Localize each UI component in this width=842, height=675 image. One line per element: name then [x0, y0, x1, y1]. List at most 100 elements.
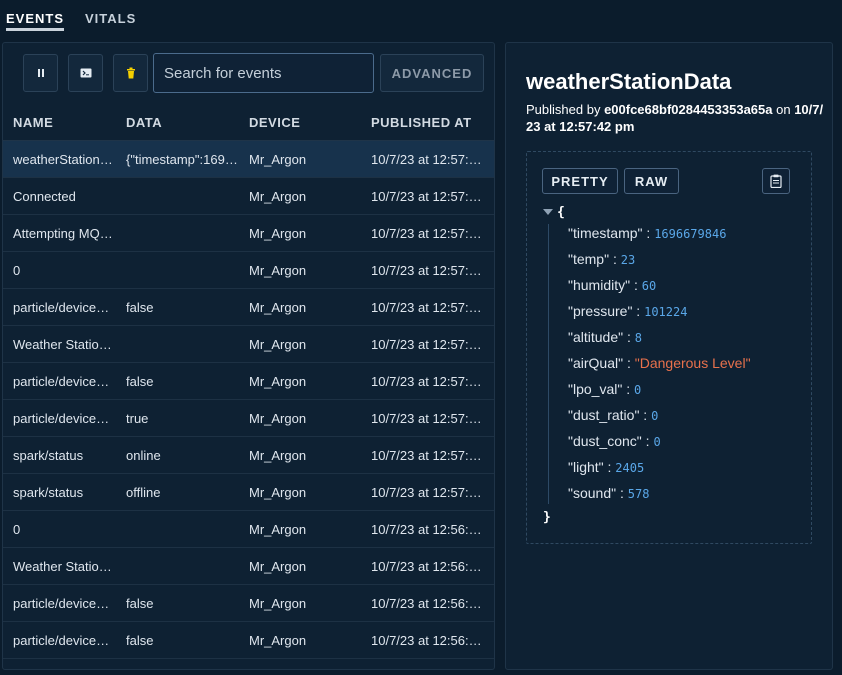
event-name: Connected	[13, 189, 76, 204]
top-tabs: EVENTS VITALS	[0, 0, 842, 36]
json-field: "temp" : 23	[568, 251, 636, 267]
event-name: Attempting MQ…	[13, 226, 113, 241]
events-panel: ADVANCED NAME DATA DEVICE PUBLISHED AT w…	[2, 42, 495, 670]
column-header-published-at[interactable]: PUBLISHED AT	[371, 115, 483, 130]
event-data: false	[126, 596, 154, 611]
json-field: "timestamp" : 1696679846	[568, 225, 727, 241]
tab-events[interactable]: EVENTS	[6, 11, 64, 26]
copy-button[interactable]	[762, 168, 790, 194]
clear-events-button[interactable]	[113, 54, 148, 92]
event-name: 0	[13, 522, 21, 537]
event-device: Mr_Argon	[249, 337, 307, 352]
collapse-arrow-icon[interactable]	[543, 209, 553, 215]
column-header-device[interactable]: DEVICE	[249, 115, 367, 130]
advanced-button[interactable]: ADVANCED	[380, 54, 484, 92]
json-value: 101224	[644, 305, 688, 319]
terminal-button[interactable]	[68, 54, 103, 92]
event-name: particle/device…	[13, 374, 110, 389]
json-value: 0	[633, 383, 642, 397]
table-row[interactable]: particle/device… false Mr_Argon 10/7/23 …	[3, 585, 494, 622]
column-header-data[interactable]: DATA	[126, 115, 244, 130]
json-value: "Dangerous Level"	[634, 355, 751, 371]
json-tree-guide	[548, 224, 549, 504]
event-device: Mr_Argon	[249, 485, 307, 500]
pause-icon	[37, 69, 44, 77]
table-row[interactable]: Connected Mr_Argon 10/7/23 at 12:57:…	[3, 178, 494, 215]
json-value: 23	[620, 253, 636, 267]
table-row[interactable]: Weather Statio… Mr_Argon 10/7/23 at 12:5…	[3, 326, 494, 363]
json-viewer: PRETTY RAW { "timestamp" : 1696679846 "t…	[526, 151, 812, 544]
event-device: Mr_Argon	[249, 226, 307, 241]
table-row[interactable]: Attempting MQ… Mr_Argon 10/7/23 at 12:57…	[3, 215, 494, 252]
json-field: "dust_ratio" : 0	[568, 407, 659, 423]
event-data: false	[126, 633, 154, 648]
table-row[interactable]: particle/device… false Mr_Argon 10/7/23 …	[3, 622, 494, 659]
json-key: "dust_conc"	[568, 433, 642, 449]
event-device: Mr_Argon	[249, 596, 307, 611]
json-open-brace: {	[557, 205, 565, 220]
table-row[interactable]: particle/device… false Mr_Argon 10/7/23 …	[3, 289, 494, 326]
json-key: "lpo_val"	[568, 381, 623, 397]
event-published-at: 10/7/23 at 12:57:…	[371, 411, 482, 426]
table-row[interactable]: particle/device… true Mr_Argon 10/7/23 a…	[3, 400, 494, 437]
json-field: "dust_conc" : 0	[568, 433, 661, 449]
json-value: 60	[641, 279, 657, 293]
json-value: 0	[651, 409, 659, 423]
event-device: Mr_Argon	[249, 189, 307, 204]
event-published-at: 10/7/23 at 12:57:…	[371, 448, 482, 463]
event-device: Mr_Argon	[249, 374, 307, 389]
event-device: Mr_Argon	[249, 559, 307, 574]
event-device: Mr_Argon	[249, 411, 307, 426]
table-row[interactable]: spark/status offline Mr_Argon 10/7/23 at…	[3, 474, 494, 511]
event-data: online	[126, 448, 161, 463]
event-name: particle/device…	[13, 633, 110, 648]
event-published-at: 10/7/23 at 12:57:…	[371, 485, 482, 500]
search-input[interactable]	[153, 53, 374, 93]
event-detail-panel: weatherStationData Published by e00fce68…	[505, 42, 833, 670]
json-field: "sound" : 578	[568, 485, 650, 501]
table-row[interactable]: 0 Mr_Argon 10/7/23 at 12:57:2…	[3, 252, 494, 289]
device-id[interactable]: e00fce68bf0284453353a65a	[604, 102, 772, 117]
json-key: "dust_ratio"	[568, 407, 640, 423]
table-row[interactable]: spark/status online Mr_Argon 10/7/23 at …	[3, 437, 494, 474]
event-published-at: 10/7/23 at 12:57:…	[371, 189, 482, 204]
column-header-name[interactable]: NAME	[13, 115, 121, 130]
event-name: spark/status	[13, 448, 84, 463]
event-name: Weather Statio…	[13, 337, 112, 352]
table-row[interactable]: Weather Statio… Mr_Argon 10/7/23 at 12:5…	[3, 548, 494, 585]
raw-button[interactable]: RAW	[624, 168, 679, 194]
json-key: "pressure"	[568, 303, 633, 319]
clipboard-icon	[770, 174, 782, 188]
event-device: Mr_Argon	[249, 522, 307, 537]
json-field: "light" : 2405	[568, 459, 645, 475]
json-field: "lpo_val" : 0	[568, 381, 642, 397]
event-device: Mr_Argon	[249, 152, 307, 167]
event-data: true	[126, 411, 149, 426]
table-row[interactable]: particle/device… false Mr_Argon 10/7/23 …	[3, 363, 494, 400]
json-key: "timestamp"	[568, 225, 643, 241]
event-data: false	[126, 300, 154, 315]
event-name: Weather Statio…	[13, 559, 112, 574]
event-name: particle/device…	[13, 411, 110, 426]
table-header: NAME DATA DEVICE PUBLISHED AT	[3, 103, 494, 141]
pretty-button[interactable]: PRETTY	[542, 168, 618, 194]
pause-button[interactable]	[23, 54, 58, 92]
json-fields: "timestamp" : 1696679846 "temp" : 23 "hu…	[568, 225, 751, 511]
event-published-at: 10/7/23 at 12:57:2…	[371, 263, 483, 278]
json-field: "humidity" : 60	[568, 277, 657, 293]
active-tab-indicator	[6, 28, 64, 31]
event-name: weatherStation…	[13, 152, 113, 167]
tab-vitals[interactable]: VITALS	[85, 11, 136, 26]
event-device: Mr_Argon	[249, 300, 307, 315]
table-row[interactable]: weatherStation… {"timestamp":169… Mr_Arg…	[3, 141, 494, 178]
json-close-brace: }	[543, 510, 551, 525]
event-device: Mr_Argon	[249, 448, 307, 463]
event-title: weatherStationData	[526, 69, 732, 94]
event-published-at: 10/7/23 at 12:57:…	[371, 337, 482, 352]
json-value: 578	[627, 487, 650, 501]
json-field: "altitude" : 8	[568, 329, 642, 345]
table-row[interactable]: 0 Mr_Argon 10/7/23 at 12:56:…	[3, 511, 494, 548]
event-published-at: 10/7/23 at 12:56:…	[371, 559, 482, 574]
published-on: on	[772, 102, 795, 117]
trash-icon	[126, 67, 135, 79]
